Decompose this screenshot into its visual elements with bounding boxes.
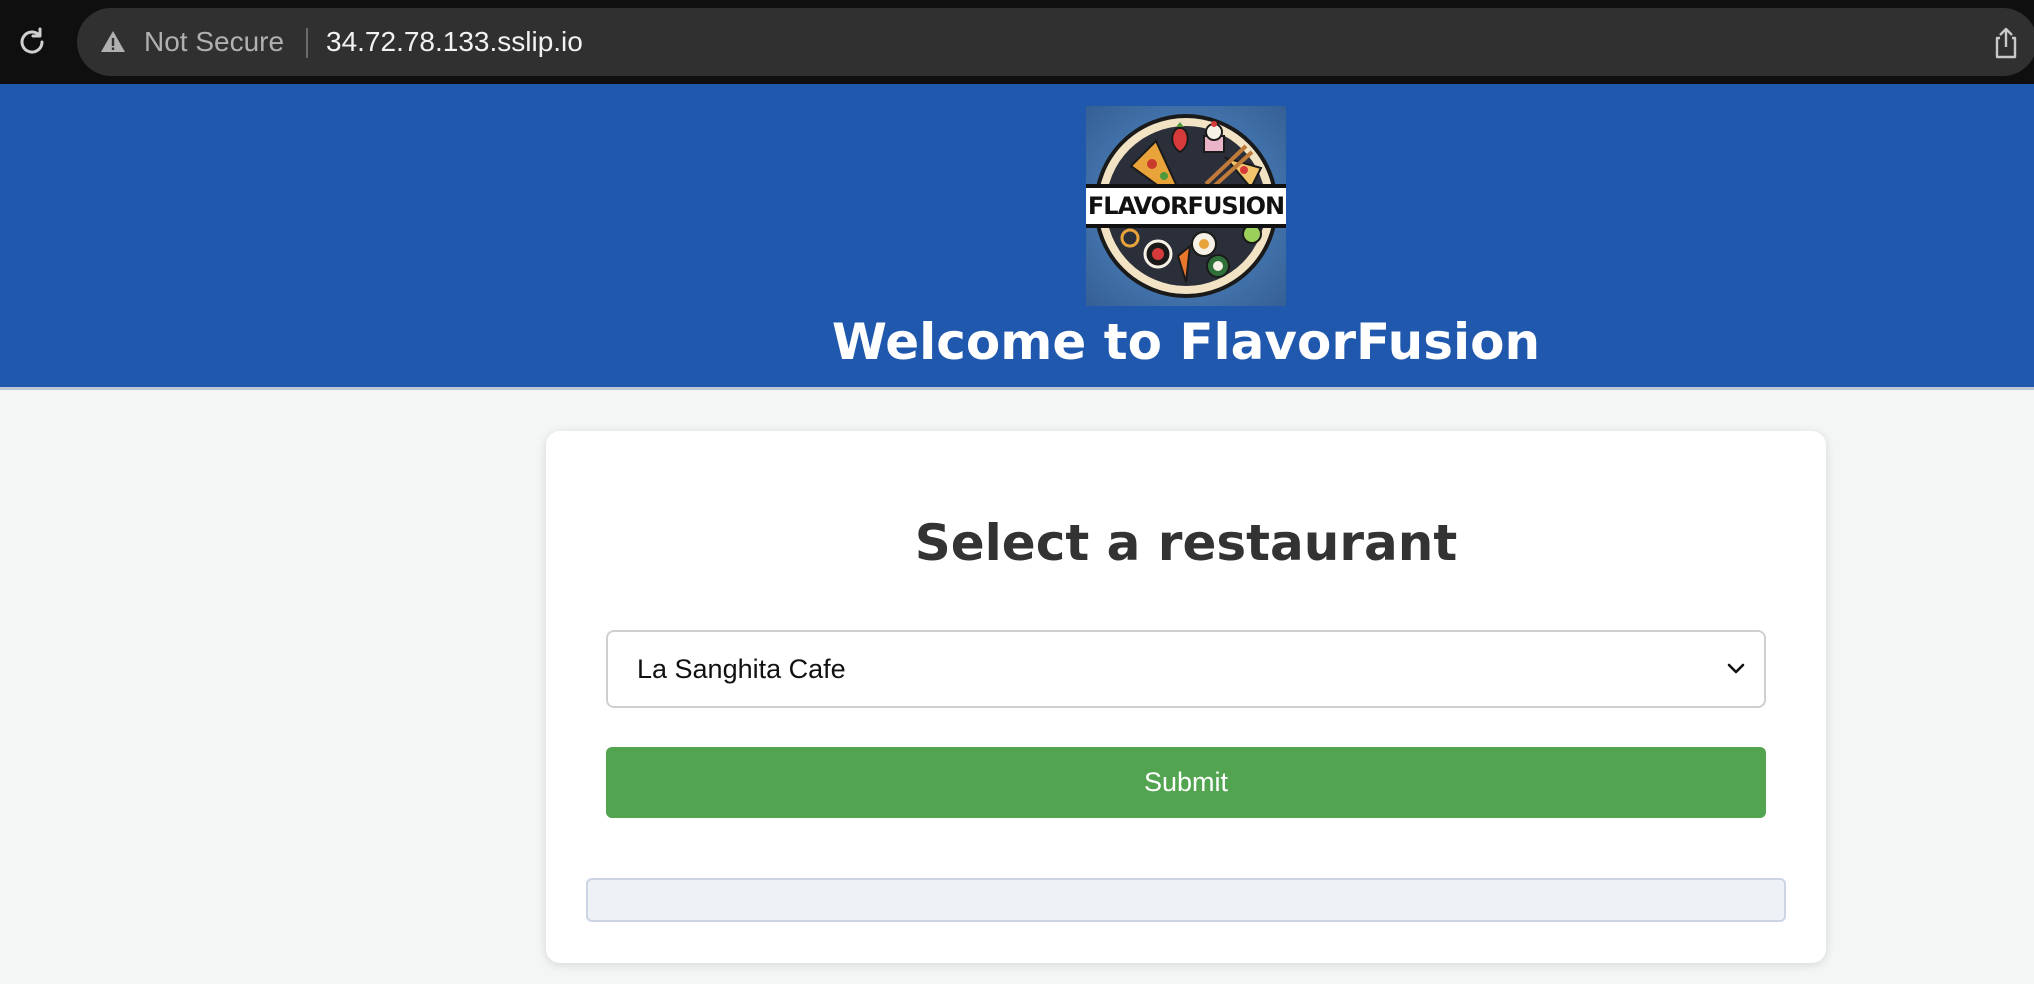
selected-restaurant: La Sanghita Cafe <box>637 654 846 684</box>
restaurant-selection-card: Select a restaurant La Sanghita Cafe Sub… <box>546 431 1826 963</box>
security-status-label[interactable]: Not Secure <box>144 8 284 76</box>
warning-icon[interactable] <box>99 28 127 56</box>
browser-toolbar: Not Secure 34.72.78.133.sslip.io <box>0 0 2034 84</box>
restaurant-select[interactable]: La Sanghita Cafe <box>606 630 1766 708</box>
url-text[interactable]: 34.72.78.133.sslip.io <box>326 8 583 76</box>
result-box <box>586 878 1786 922</box>
card-title: Select a restaurant <box>914 514 1458 572</box>
reload-icon[interactable] <box>12 22 52 62</box>
url-divider <box>306 28 308 58</box>
share-icon[interactable] <box>1990 26 2022 60</box>
submit-button[interactable]: Submit <box>606 747 1766 818</box>
site-header: FLAVORFUSION Welcome to FlavorFusion <box>0 84 2034 390</box>
page-title: Welcome to FlavorFusion <box>831 313 1541 371</box>
flavorfusion-logo: FLAVORFUSION <box>1086 106 1286 306</box>
address-bar[interactable]: Not Secure 34.72.78.133.sslip.io <box>77 8 2034 76</box>
chevron-down-icon <box>1727 663 1745 674</box>
